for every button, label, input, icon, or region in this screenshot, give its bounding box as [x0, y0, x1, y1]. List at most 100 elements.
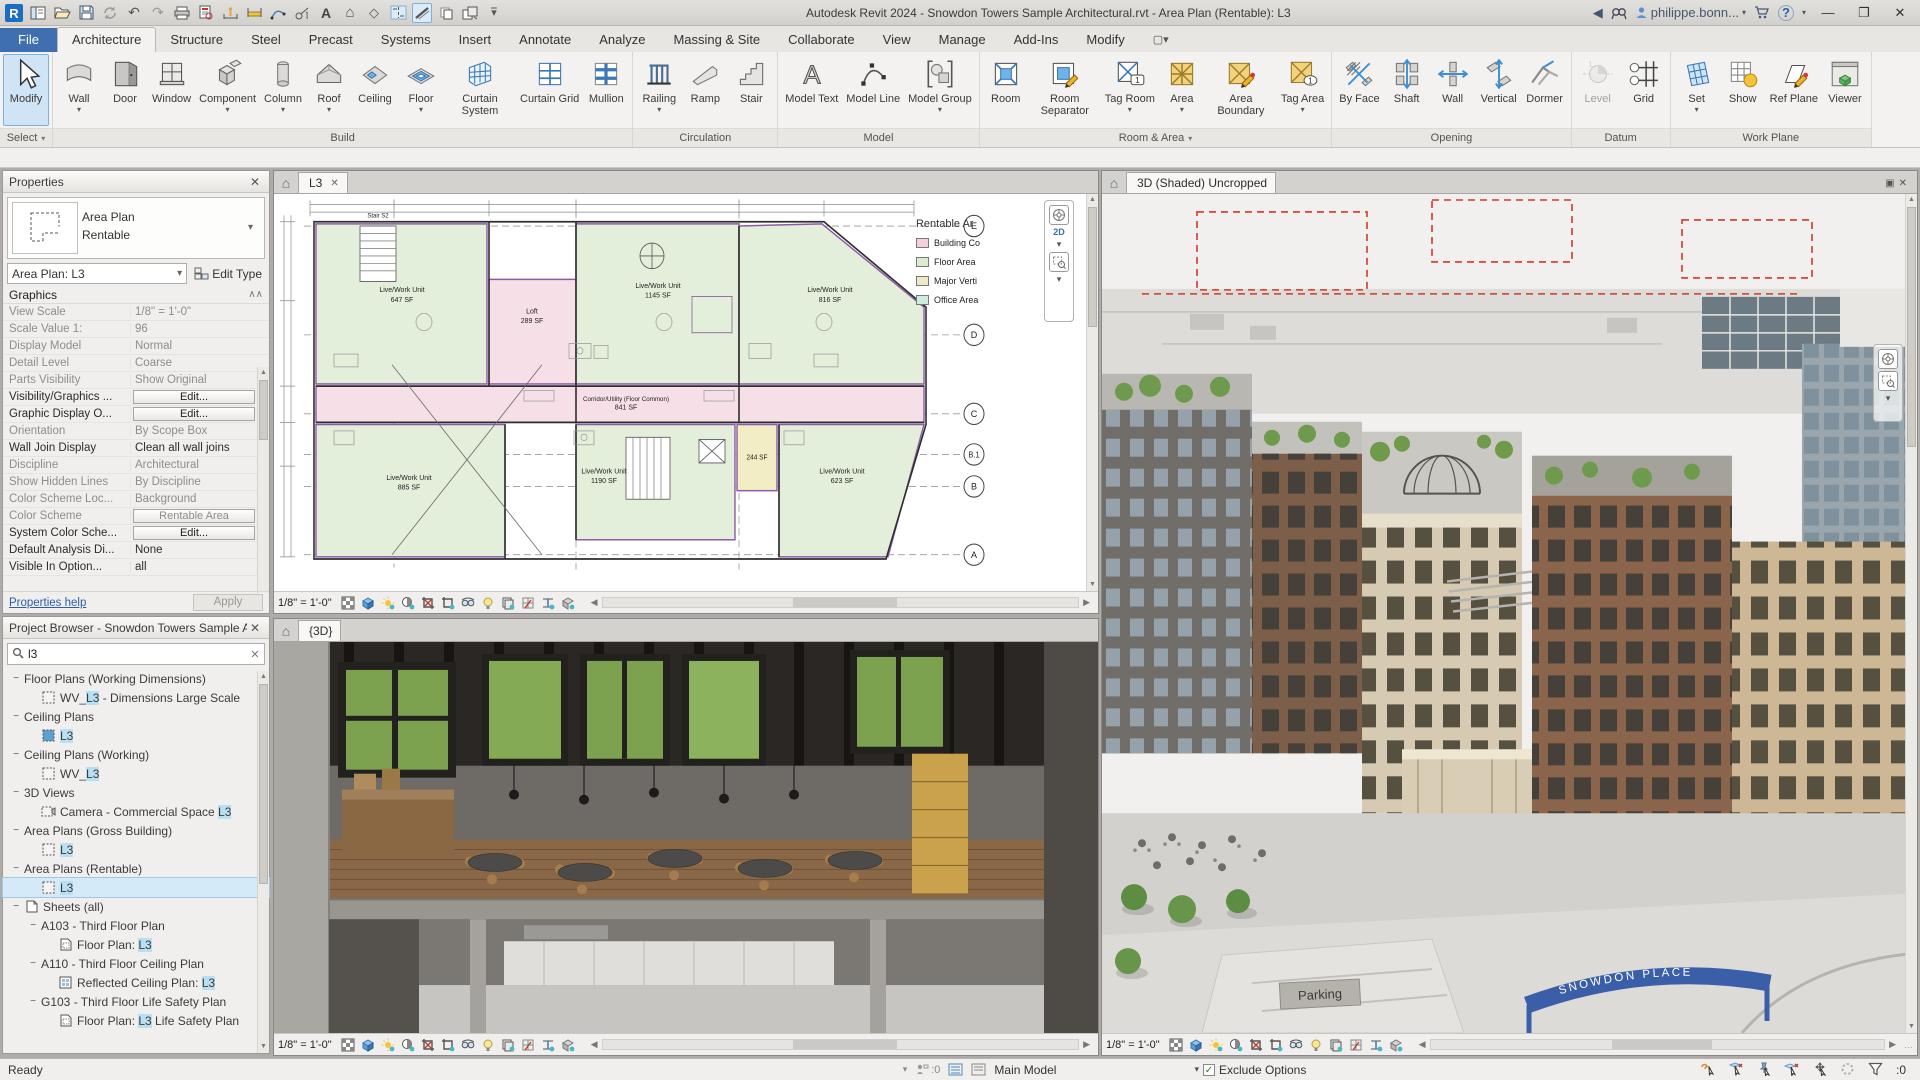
sun-path-icon[interactable] [380, 1037, 397, 1053]
zoom-region-icon[interactable] [1878, 371, 1898, 391]
viewer-tool[interactable]: Viewer [1822, 54, 1868, 126]
restore-button[interactable]: ❐ [1850, 5, 1878, 21]
user-account-button[interactable]: philippe.bonn... ▾ [1635, 5, 1746, 20]
customize-icon[interactable]: ▾̅ [484, 3, 504, 23]
property-row-detail-level[interactable]: Detail Level Coarse [3, 355, 269, 372]
reveal-constraints-icon[interactable] [540, 595, 557, 611]
minimize-button[interactable]: — [1814, 5, 1842, 20]
tab-architecture[interactable]: Architecture [56, 27, 157, 52]
view-window-buttons[interactable]: ▣✕ [1885, 178, 1917, 193]
property-row-visible-in-option[interactable]: Visible In Option... all [3, 559, 269, 576]
design-options-icon[interactable] [971, 1063, 986, 1076]
home-icon[interactable]: ⌂ [274, 623, 298, 641]
type-selector-dropdown-icon[interactable]: ▾ [248, 198, 264, 258]
tag-area-tool[interactable]: 1 Tag Area ▾ [1277, 54, 1328, 126]
property-row-graphic-display-o[interactable]: Graphic Display O... Edit... [3, 406, 269, 423]
undo-icon[interactable]: ↶ [124, 3, 144, 23]
horizontal-scrollbar[interactable] [1429, 1039, 1886, 1050]
crop-view-icon[interactable] [1248, 1037, 1265, 1053]
door-tool[interactable]: Door [102, 54, 148, 126]
dormer-tool[interactable]: Dormer [1522, 54, 1568, 126]
drag-on-selection-icon[interactable] [1812, 1061, 1830, 1078]
set-tool[interactable]: Set ▾ [1674, 54, 1720, 126]
panel-label-room-area[interactable]: Room & Area ▾ [979, 128, 1332, 147]
properties-help-link[interactable]: Properties help [9, 597, 86, 609]
property-row-system-color-sche[interactable]: System Color Sche... Edit... [3, 525, 269, 542]
scroll-right-icon[interactable]: ▶ [1079, 597, 1094, 608]
panel-label-build[interactable]: Build [53, 128, 633, 147]
tree-item-floor-plan-l3[interactable]: Floor Plan: L3 [3, 935, 269, 954]
show-crop-icon[interactable] [1268, 1037, 1285, 1053]
vertical-tool[interactable]: Vertical [1476, 54, 1522, 126]
temporary-hide-icon[interactable] [1288, 1037, 1305, 1053]
property-button-color-scheme[interactable]: Rentable Area [133, 509, 255, 523]
thin-lines-icon[interactable] [412, 2, 432, 23]
wall-tool[interactable]: Wall [1430, 54, 1476, 126]
tree-item-area-plans-rentable[interactable]: − Area Plans (Rentable) [3, 859, 269, 878]
search-clear-icon[interactable]: ✕ [246, 648, 264, 661]
tree-expander-icon[interactable]: − [11, 901, 21, 912]
plan-canvas[interactable]: E D C B.1 B A Live/Work Unit 647 SF Live… [274, 194, 1098, 591]
tab-file[interactable]: File [0, 28, 57, 52]
render-icon[interactable]: ◇ [364, 3, 384, 23]
ramp-tool[interactable]: Ramp [682, 54, 728, 126]
wall-tool[interactable]: Wall ▾ [56, 54, 102, 126]
design-options-dropdown-icon[interactable]: ▾ [1194, 1064, 1199, 1075]
visual-style-icon[interactable] [360, 1037, 377, 1053]
curtain-system-tool[interactable]: Curtain System [444, 54, 516, 126]
tree-item-floor-plan-l3-life-safety-plan[interactable]: Floor Plan: L3 Life Safety Plan [3, 1011, 269, 1030]
property-row-wall-join-display[interactable]: Wall Join Display Clean all wall joins [3, 440, 269, 457]
property-button-graphic-display-o[interactable]: Edit... [133, 407, 255, 421]
spline-icon[interactable] [268, 3, 288, 23]
zoom-dropdown-icon[interactable]: ▾ [1057, 274, 1062, 285]
scale-control[interactable]: 1/8" = 1'-0" [278, 1039, 332, 1051]
shaded-3d-canvas[interactable]: Parking SNOWDON PLACE ▾ ▲ ▼ [1102, 194, 1917, 1033]
type-selector[interactable]: Area Plan Rentable ▾ [7, 197, 265, 259]
tree-expander-icon[interactable]: − [28, 920, 38, 931]
property-button-system-color-sche[interactable]: Edit... [133, 526, 255, 540]
properties-scrollbar[interactable]: ▲ [257, 367, 269, 593]
dropdown-arrow-icon[interactable]: ▾ [419, 106, 423, 114]
help-button[interactable]: ? [1777, 4, 1794, 21]
reveal-constraints-icon[interactable] [540, 1037, 557, 1053]
tree-item-a110-third-floor-ceiling-plan[interactable]: − A110 - Third Floor Ceiling Plan [3, 954, 269, 973]
column-tool[interactable]: Column ▾ [260, 54, 306, 126]
model-text-tool[interactable]: A Model Text [781, 54, 842, 126]
grid-tool[interactable]: Grid [1621, 54, 1667, 126]
floor-tool[interactable]: Floor ▾ [398, 54, 444, 126]
camera-3d-canvas[interactable] [274, 642, 1098, 1033]
select-underlay-icon[interactable] [1728, 1061, 1746, 1078]
crop-view-icon[interactable] [420, 595, 437, 611]
panel-label-model[interactable]: Model [778, 128, 979, 147]
navigation-bar[interactable]: ▾ [1873, 344, 1903, 422]
scroll-right-icon[interactable]: ▶ [1885, 1039, 1900, 1050]
instance-selector[interactable]: Area Plan: L3 ▾ [7, 263, 188, 284]
switch-windows-icon[interactable] [460, 3, 480, 23]
area-tool[interactable]: Area ▾ [1159, 54, 1205, 126]
dropdown-arrow-icon[interactable]: ▾ [657, 106, 661, 114]
tag-room-tool[interactable]: 1 Tag Room ▾ [1101, 54, 1159, 126]
shaft-tool[interactable]: Shaft [1384, 54, 1430, 126]
tree-item-wv-l3[interactable]: WV_L3 [3, 764, 269, 783]
dropdown-arrow-icon[interactable]: ▾ [1301, 106, 1305, 114]
dropdown-arrow-icon[interactable]: ▾ [327, 106, 331, 114]
modify-tool[interactable]: Modify [3, 54, 49, 126]
scroll-left-icon[interactable]: ◀ [1415, 1039, 1430, 1050]
close-view-icon[interactable]: ✕ [330, 178, 338, 189]
tab-precast[interactable]: Precast [295, 28, 367, 52]
tab-massing-site[interactable]: Massing & Site [659, 28, 774, 52]
selection-ring-icon[interactable] [1840, 1062, 1858, 1078]
show-tool[interactable]: Show [1720, 54, 1766, 126]
crop-view-icon[interactable] [420, 1037, 437, 1053]
property-row-default-analysis-di[interactable]: Default Analysis Di... None [3, 542, 269, 559]
tab-modify[interactable]: Modify [1072, 28, 1138, 52]
property-row-color-scheme-loc[interactable]: Color Scheme Loc... Background [3, 491, 269, 508]
reveal-hidden-icon[interactable] [480, 1037, 497, 1053]
measure-icon[interactable] [220, 3, 240, 23]
scroll-right-icon[interactable]: ▶ [1079, 1039, 1094, 1050]
analytical-model-icon[interactable] [520, 595, 537, 611]
room-tool[interactable]: Room [983, 54, 1029, 126]
shadows-icon[interactable] [1228, 1037, 1245, 1053]
dropdown-arrow-icon[interactable]: ▾ [281, 106, 285, 114]
tree-item-a103-third-floor-plan[interactable]: − A103 - Third Floor Plan [3, 916, 269, 935]
